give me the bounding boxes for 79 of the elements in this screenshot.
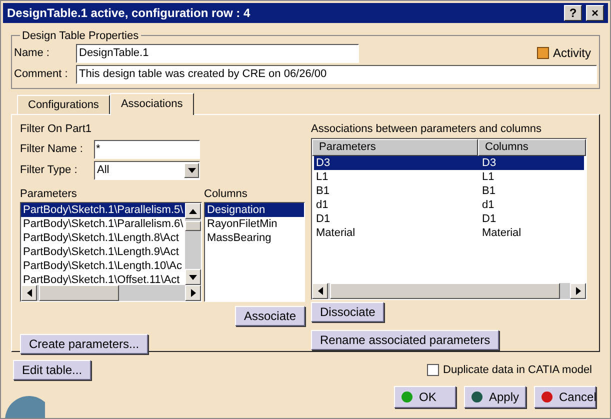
horizontal-scrollbar[interactable]	[312, 282, 586, 298]
table-cell-text: L1	[315, 170, 330, 184]
association-row[interactable]: D3 D3	[314, 156, 584, 170]
filter-name-field[interactable]: *	[94, 140, 200, 158]
column-item[interactable]: Designation	[205, 203, 304, 217]
dissociate-button[interactable]: Dissociate	[311, 302, 384, 322]
comment-field[interactable]: This design table was created by CRE on 06/26/00	[76, 64, 597, 84]
associations-label: Associations between parameters and columns	[311, 122, 543, 137]
association-row[interactable]: B1 B1	[314, 184, 584, 198]
duplicate-checkbox[interactable]	[427, 364, 440, 376]
scroll-left-button[interactable]	[312, 282, 328, 298]
column-item[interactable]: RayonFiletMin	[205, 217, 304, 231]
activity-label: Activity	[552, 45, 591, 62]
association-row[interactable]: Material Material	[314, 226, 584, 240]
rename-parameters-button[interactable]: Rename associated parameters	[311, 330, 500, 350]
scroll-thumb[interactable]	[39, 285, 119, 301]
parameter-item[interactable]: PartBody\Sketch.1\Parallelism.6\	[21, 217, 185, 231]
parameter-item[interactable]: PartBody\Sketch.1\Offset.11\Act	[21, 273, 185, 285]
filter-name-label: Filter Name :	[20, 142, 84, 157]
duplicate-label: Duplicate data in CATIA model	[443, 362, 592, 378]
ok-button[interactable]: OK	[394, 386, 456, 408]
table-cell-text: Material	[481, 226, 522, 240]
tab[interactable]: Associations	[110, 93, 194, 115]
apply-button[interactable]: Apply	[464, 386, 526, 408]
association-row[interactable]: d1 d1	[314, 198, 584, 212]
column-header[interactable]: Columns	[478, 138, 586, 156]
cancel-button[interactable]: Cancel	[534, 386, 596, 408]
scroll-right-button[interactable]	[185, 285, 201, 301]
scroll-thumb[interactable]	[185, 221, 201, 231]
window-title: DesignTable.1 active, configuration row : 4	[7, 4, 252, 22]
filter-type-label: Filter Type :	[20, 162, 78, 178]
left-arrow-icon	[318, 286, 322, 294]
status-dot-icon	[471, 391, 483, 403]
horizontal-scrollbar[interactable]	[21, 285, 201, 301]
scroll-left-button[interactable]	[21, 285, 37, 301]
right-arrow-icon	[190, 289, 196, 297]
table-cell-text: Material	[315, 226, 356, 240]
vertical-scrollbar[interactable]	[185, 203, 201, 285]
parameter-item[interactable]: PartBody\Sketch.1\Parallelism.5\	[21, 203, 185, 217]
parameters-label: Parameters	[20, 186, 78, 202]
table-cell-text: d1	[481, 198, 496, 212]
create-parameters-button[interactable]: Create parameters...	[20, 334, 148, 354]
filter-type-dropdown[interactable]: All	[94, 160, 200, 180]
comment-label: Comment :	[14, 66, 69, 82]
status-dot-icon	[401, 391, 413, 403]
edit-table-button[interactable]: Edit table...	[13, 360, 92, 380]
name-field[interactable]: DesignTable.1	[76, 44, 359, 63]
table-cell-text: L1	[481, 170, 496, 184]
up-arrow-icon	[189, 208, 197, 214]
down-arrow-icon	[189, 274, 197, 280]
scroll-thumb[interactable]	[330, 282, 560, 298]
table-cell-text: D1	[481, 212, 498, 226]
left-arrow-icon	[26, 289, 32, 297]
column-header[interactable]: Parameters	[312, 138, 478, 156]
table-cell-text: D3	[315, 156, 332, 170]
filter-title: Filter On Part1	[20, 122, 93, 137]
scroll-right-button[interactable]	[570, 282, 586, 298]
table-cell-text: B1	[481, 184, 496, 198]
close-button[interactable]: ×	[586, 4, 604, 21]
scroll-down-button[interactable]	[185, 269, 201, 285]
table-cell-text: d1	[315, 198, 330, 212]
column-item[interactable]: MassBearing	[205, 231, 304, 245]
name-label: Name :	[14, 46, 50, 61]
status-dot-icon	[541, 391, 553, 403]
table-cell-text: D1	[315, 212, 332, 226]
activity-checkbox[interactable]	[536, 47, 549, 60]
columns-label: Columns	[204, 186, 248, 202]
association-row[interactable]: L1 L1	[314, 170, 584, 184]
parameter-item[interactable]: PartBody\Sketch.1\Length.8\Act	[21, 231, 185, 245]
table-cell-text: D3	[481, 156, 498, 170]
table-cell-text: B1	[315, 184, 330, 198]
parameter-item[interactable]: PartBody\Sketch.1\Length.9\Act	[21, 245, 185, 259]
association-row[interactable]: D1 D1	[314, 212, 584, 226]
parameter-item[interactable]: PartBody\Sketch.1\Length.10\Ac	[21, 259, 185, 273]
help-button[interactable]: ?	[564, 4, 582, 21]
right-arrow-icon	[576, 286, 580, 294]
associate-button[interactable]: Associate	[234, 306, 305, 326]
scroll-up-button[interactable]	[185, 203, 201, 219]
tab[interactable]: Configurations	[17, 95, 110, 114]
